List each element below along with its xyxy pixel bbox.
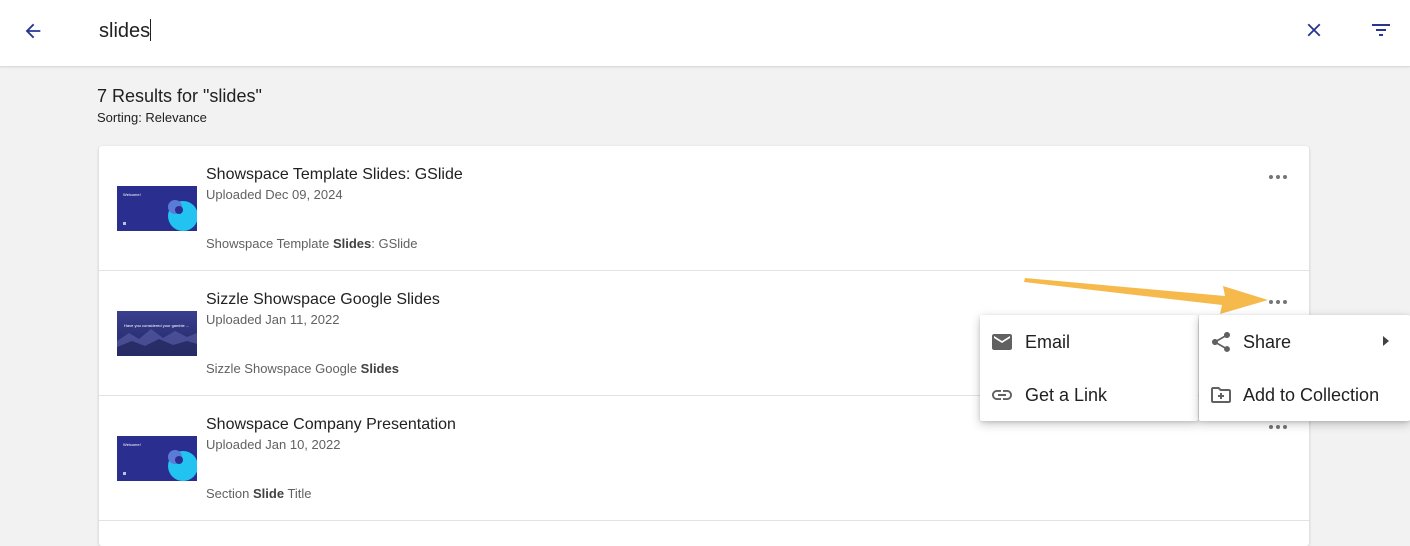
slide-thumbnail: Welcome! [117,186,197,231]
context-menu-secondary: Share Add to Collection [1199,315,1410,421]
filter-button[interactable] [1365,14,1397,46]
result-snippet: Section Slide Title [206,486,312,501]
svg-text:Have you considered your gambl: Have you considered your gamble ... [124,323,189,328]
result-upload-date: Uploaded Jan 11, 2022 [206,312,340,327]
menu-item-label: Add to Collection [1243,385,1380,405]
sorting-label: Sorting: Relevance [97,110,207,125]
result-title[interactable]: Sizzle Showspace Google Slides [206,291,440,309]
text-caret [150,19,151,41]
menu-item-email[interactable]: Email [980,315,1198,368]
menu-item-add-to-collection[interactable]: Add to Collection [1199,368,1410,421]
back-button[interactable] [16,14,50,48]
menu-item-get-link[interactable]: Get a Link [980,368,1198,421]
result-snippet: Showspace Template Slides: GSlide [206,236,418,251]
menu-item-label: Get a Link [1025,385,1108,405]
result-title[interactable]: Showspace Company Presentation [206,416,456,434]
menu-item-label: Share [1243,332,1292,352]
result-upload-date: Uploaded Jan 10, 2022 [206,437,341,452]
result-item[interactable]: Welcome! Showspace Template Slides: GSli… [99,146,1309,271]
results-count-heading: 7 Results for "slides" [97,86,262,106]
more-options-button[interactable] [1265,293,1291,311]
svg-text:Welcome!: Welcome! [123,192,141,197]
search-bar [0,0,1410,67]
close-icon [1307,23,1321,37]
slide-thumbnail: Have you considered your gamble ... [117,311,197,356]
arrow-back-icon [25,23,41,39]
slide-thumbnail: Welcome! [117,436,197,481]
share-icon [1212,332,1230,352]
result-snippet: Sizzle Showspace Google Slides [206,361,399,376]
link-icon [992,390,1012,400]
menu-item-label: Email [1025,332,1071,352]
menu-item-share[interactable]: Share [1199,315,1410,368]
result-title[interactable]: Showspace Template Slides: GSlide [206,166,463,184]
result-upload-date: Uploaded Dec 09, 2024 [206,187,343,202]
svg-text:Welcome!: Welcome! [123,442,141,447]
chevron-right-icon [1383,336,1389,346]
search-input[interactable] [99,18,999,44]
clear-search-button[interactable] [1298,14,1330,46]
more-options-button[interactable] [1265,168,1291,186]
filter-icon [1372,24,1390,36]
add-to-collection-icon [1211,387,1231,403]
email-icon [992,334,1012,350]
context-menu-primary: Email Get a Link [980,315,1198,421]
